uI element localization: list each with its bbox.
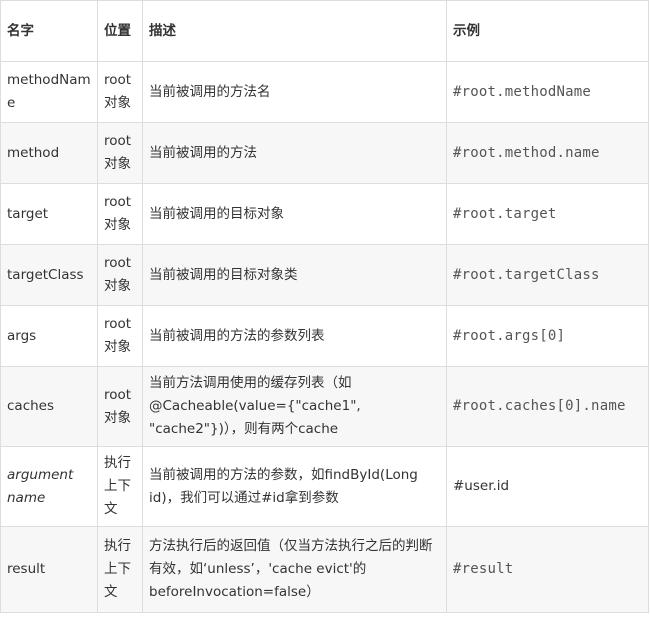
cell-position: 执行上下文 [97, 526, 143, 613]
cell-description: 当前被调用的方法名 [142, 61, 447, 123]
cell-description: 方法执行后的返回值（仅当方法执行之后的判断有效，如‘unless’，'cache… [142, 526, 447, 613]
cell-position: root对象 [97, 183, 143, 245]
cell-position: root对象 [97, 122, 143, 184]
spel-metadata-table: 名字 位置 描述 示例 methodName root对象 当前被调用的方法名 … [0, 0, 649, 613]
cell-example: #root.method.name [446, 122, 649, 184]
cell-example: #root.args[0] [446, 305, 649, 367]
cell-description: 当前被调用的目标对象 [142, 183, 447, 245]
table-row: argument name 执行上下文 当前被调用的方法的参数，如findByI… [0, 446, 649, 527]
cell-description: 当前方法调用使用的缓存列表（如@Cacheable(value={"cache1… [142, 366, 447, 447]
cell-example: #root.methodName [446, 61, 649, 123]
cell-position: root对象 [97, 366, 143, 447]
header-name: 名字 [0, 0, 98, 62]
header-example: 示例 [446, 0, 649, 62]
table-row: caches root对象 当前方法调用使用的缓存列表（如@Cacheable(… [0, 366, 649, 447]
cell-example: #result [446, 526, 649, 613]
table-row: args root对象 当前被调用的方法的参数列表 #root.args[0] [0, 305, 649, 367]
cell-description: 当前被调用的方法 [142, 122, 447, 184]
cell-name: target [0, 183, 98, 245]
table-row: method root对象 当前被调用的方法 #root.method.name [0, 122, 649, 184]
cell-example: #user.id [446, 446, 649, 527]
table-row: result 执行上下文 方法执行后的返回值（仅当方法执行之后的判断有效，如‘u… [0, 526, 649, 613]
header-description: 描述 [142, 0, 447, 62]
cell-example: #root.target [446, 183, 649, 245]
cell-example: #root.caches[0].name [446, 366, 649, 447]
cell-name: method [0, 122, 98, 184]
cell-position: root对象 [97, 305, 143, 367]
cell-example: #root.targetClass [446, 244, 649, 306]
cell-description: 当前被调用的目标对象类 [142, 244, 447, 306]
cell-description: 当前被调用的方法的参数列表 [142, 305, 447, 367]
header-position: 位置 [97, 0, 143, 62]
cell-name: args [0, 305, 98, 367]
cell-name: methodName [0, 61, 98, 123]
cell-position: root对象 [97, 244, 143, 306]
cell-position: root对象 [97, 61, 143, 123]
table-row: methodName root对象 当前被调用的方法名 #root.method… [0, 61, 649, 123]
table-row: targetClass root对象 当前被调用的目标对象类 #root.tar… [0, 244, 649, 306]
cell-description: 当前被调用的方法的参数，如findById(Long id)，我们可以通过#id… [142, 446, 447, 527]
cell-name: targetClass [0, 244, 98, 306]
cell-name: result [0, 526, 98, 613]
table-row: target root对象 当前被调用的目标对象 #root.target [0, 183, 649, 245]
cell-position: 执行上下文 [97, 446, 143, 527]
cell-name: argument name [0, 446, 98, 527]
cell-name: caches [0, 366, 98, 447]
table-header-row: 名字 位置 描述 示例 [0, 0, 649, 62]
